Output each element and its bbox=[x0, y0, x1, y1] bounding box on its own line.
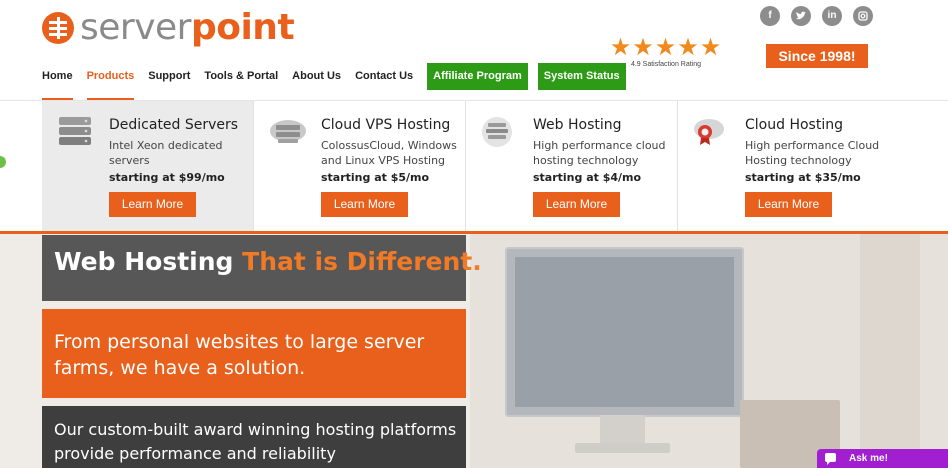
rating-stars-icon: ★★★★★ bbox=[609, 33, 723, 61]
product-price: starting at $99/mo bbox=[109, 171, 225, 184]
product-title: Cloud VPS Hosting bbox=[321, 117, 451, 133]
satisfaction-rating: ★★★★★ 4.9 Satisfaction Rating bbox=[606, 34, 726, 68]
facebook-icon[interactable]: f bbox=[760, 6, 780, 26]
logo-text-point: point bbox=[190, 7, 295, 48]
affiliate-program-button[interactable]: Affiliate Program bbox=[427, 62, 528, 90]
product-description: High performance cloud hosting technolog… bbox=[533, 139, 666, 167]
product-title: Web Hosting bbox=[533, 117, 622, 133]
learn-more-button[interactable]: Learn More bbox=[533, 192, 620, 217]
site-header: serverpoint Home Products Support Tools … bbox=[0, 0, 948, 100]
hero-headline: Web Hosting That is Different. bbox=[54, 247, 482, 276]
product-description: Intel Xeon dedicated servers bbox=[109, 139, 223, 167]
product-price: starting at $35/mo bbox=[745, 171, 861, 184]
twitter-icon[interactable] bbox=[791, 6, 811, 26]
server-stack-icon bbox=[56, 115, 91, 149]
cloud-vps-icon bbox=[268, 115, 306, 149]
nav-products[interactable]: Products bbox=[86, 62, 134, 100]
monitor-image bbox=[505, 247, 744, 417]
nav-about-us[interactable]: About Us bbox=[292, 62, 341, 90]
product-title: Cloud Hosting bbox=[745, 117, 843, 133]
ask-me-chat-button[interactable]: Ask me! bbox=[817, 449, 948, 468]
nav-contact-us[interactable]: Contact Us bbox=[355, 62, 413, 90]
linkedin-icon[interactable]: in bbox=[822, 6, 842, 26]
logo-text: serverpoint bbox=[80, 7, 295, 48]
nav-support[interactable]: Support bbox=[148, 62, 190, 90]
product-cloud-vps[interactable]: Cloud VPS Hosting ColossusCloud, Windows… bbox=[254, 101, 466, 231]
learn-more-button[interactable]: Learn More bbox=[321, 192, 408, 217]
logo[interactable]: serverpoint bbox=[42, 7, 295, 48]
rating-text: 4.9 Satisfaction Rating bbox=[630, 61, 702, 68]
chat-bubble-icon bbox=[825, 453, 836, 465]
cloud-badge-icon bbox=[692, 115, 726, 149]
nav-tools-portal[interactable]: Tools & Portal bbox=[204, 62, 278, 90]
hero-body-box: Our custom-built award winning hosting p… bbox=[42, 406, 466, 468]
plant-image bbox=[860, 230, 920, 468]
learn-more-button[interactable]: Learn More bbox=[109, 192, 196, 217]
hero-body: Our custom-built award winning hosting p… bbox=[54, 420, 457, 463]
product-dedicated-servers[interactable]: Dedicated Servers Intel Xeon dedicated s… bbox=[42, 101, 254, 231]
web-globe-icon bbox=[480, 115, 514, 149]
since-1998-ribbon: Since 1998! bbox=[752, 44, 882, 74]
learn-more-button[interactable]: Learn More bbox=[745, 192, 832, 217]
logo-text-server: server bbox=[80, 7, 191, 48]
product-cloud-hosting[interactable]: Cloud Hosting High performance Cloud Hos… bbox=[678, 101, 890, 231]
product-price: starting at $5/mo bbox=[321, 171, 430, 184]
main-nav: Home Products Support Tools & Portal Abo… bbox=[42, 62, 636, 100]
product-description: ColossusCloud, Windows and Linux VPS Hos… bbox=[321, 139, 457, 167]
social-links: f in bbox=[760, 6, 884, 26]
chat-label: Ask me! bbox=[849, 453, 888, 464]
nav-home[interactable]: Home bbox=[42, 62, 73, 100]
product-description: High performance Cloud Hosting technolog… bbox=[745, 139, 880, 167]
hero-headline-box: Web Hosting That is Different. bbox=[42, 235, 482, 301]
product-price: starting at $4/mo bbox=[533, 171, 642, 184]
instagram-icon[interactable] bbox=[853, 6, 873, 26]
hero-subtitle: From personal websites to large server f… bbox=[54, 331, 425, 379]
product-web-hosting[interactable]: Web Hosting High performance cloud hosti… bbox=[466, 101, 678, 231]
logo-mark-icon bbox=[42, 12, 74, 44]
product-title: Dedicated Servers bbox=[109, 117, 239, 133]
products-mega-menu: Dedicated Servers Intel Xeon dedicated s… bbox=[0, 100, 948, 234]
hero-subtitle-box: From personal websites to large server f… bbox=[42, 309, 466, 398]
